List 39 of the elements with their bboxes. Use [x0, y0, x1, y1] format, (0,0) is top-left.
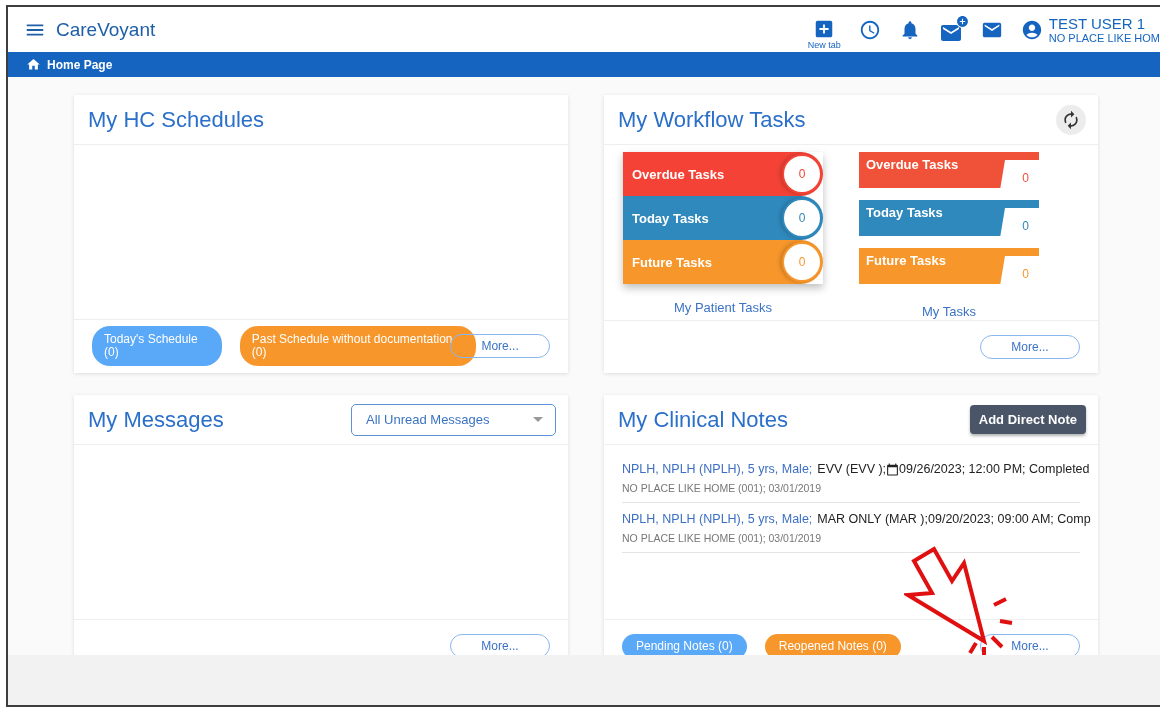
card-title: My HC Schedules	[88, 106, 266, 133]
breadcrumb-link[interactable]: Home Page	[47, 57, 113, 72]
task-bar[interactable]: Overdue Tasks 0	[623, 152, 823, 196]
task-label: Future Tasks	[632, 254, 713, 270]
card-title: My Messages	[88, 406, 225, 433]
card-title: My Clinical Notes	[618, 406, 789, 433]
task-count: 0	[782, 154, 822, 194]
task-label: Today Tasks	[632, 210, 710, 226]
calendar-icon	[886, 462, 900, 476]
user-organization: NO PLACE LIKE HOM	[1048, 32, 1160, 44]
refresh-icon	[1061, 109, 1081, 130]
patient-link[interactable]: NPLH, NPLH (NPLH), 5 yrs, Male;	[622, 462, 813, 476]
visit-date-status: 09/20/2023; 09:00 AM; Comp	[928, 512, 1091, 526]
clock-icon[interactable]	[858, 18, 881, 41]
task-bar[interactable]: Today Tasks 0	[623, 196, 823, 240]
home-icon[interactable]	[26, 57, 41, 72]
visit-type: EVV (EVV );	[817, 462, 887, 476]
note-meta: NO PLACE LIKE HOME (001); 03/01/2019	[622, 482, 822, 494]
task-group-label: My Tasks	[922, 304, 976, 319]
task-count: 0	[782, 242, 822, 282]
task-group-label: My Patient Tasks	[674, 300, 772, 315]
new-tab-button[interactable]: New tab	[807, 17, 841, 50]
user-name[interactable]: TEST USER 1	[1048, 15, 1160, 32]
message-filter-dropdown[interactable]: All Unread Messages	[351, 403, 556, 436]
add-note-button[interactable]: Add Direct Note	[969, 405, 1086, 434]
caret-icon	[533, 417, 543, 422]
card-title: My Workflow Tasks	[618, 106, 807, 133]
task-label: Today Tasks	[866, 205, 944, 220]
task-count: 0	[782, 198, 822, 238]
app-logo: CareVoyant	[56, 18, 156, 41]
task-label: Overdue Tasks	[866, 157, 960, 172]
task-label: Future Tasks	[866, 253, 947, 268]
task-label: Overdue Tasks	[632, 166, 726, 182]
refresh-button[interactable]	[1056, 104, 1086, 135]
patient-link[interactable]: NPLH, NPLH (NPLH), 5 yrs, Male;	[622, 512, 813, 526]
visit-date-status: 09/26/2023; 12:00 PM; Completed	[899, 462, 1090, 476]
note-meta: NO PLACE LIKE HOME (001); 03/01/2019	[622, 532, 822, 544]
visit-type: MAR ONLY (MAR );	[817, 512, 928, 526]
user-avatar-icon[interactable]	[1020, 18, 1043, 41]
